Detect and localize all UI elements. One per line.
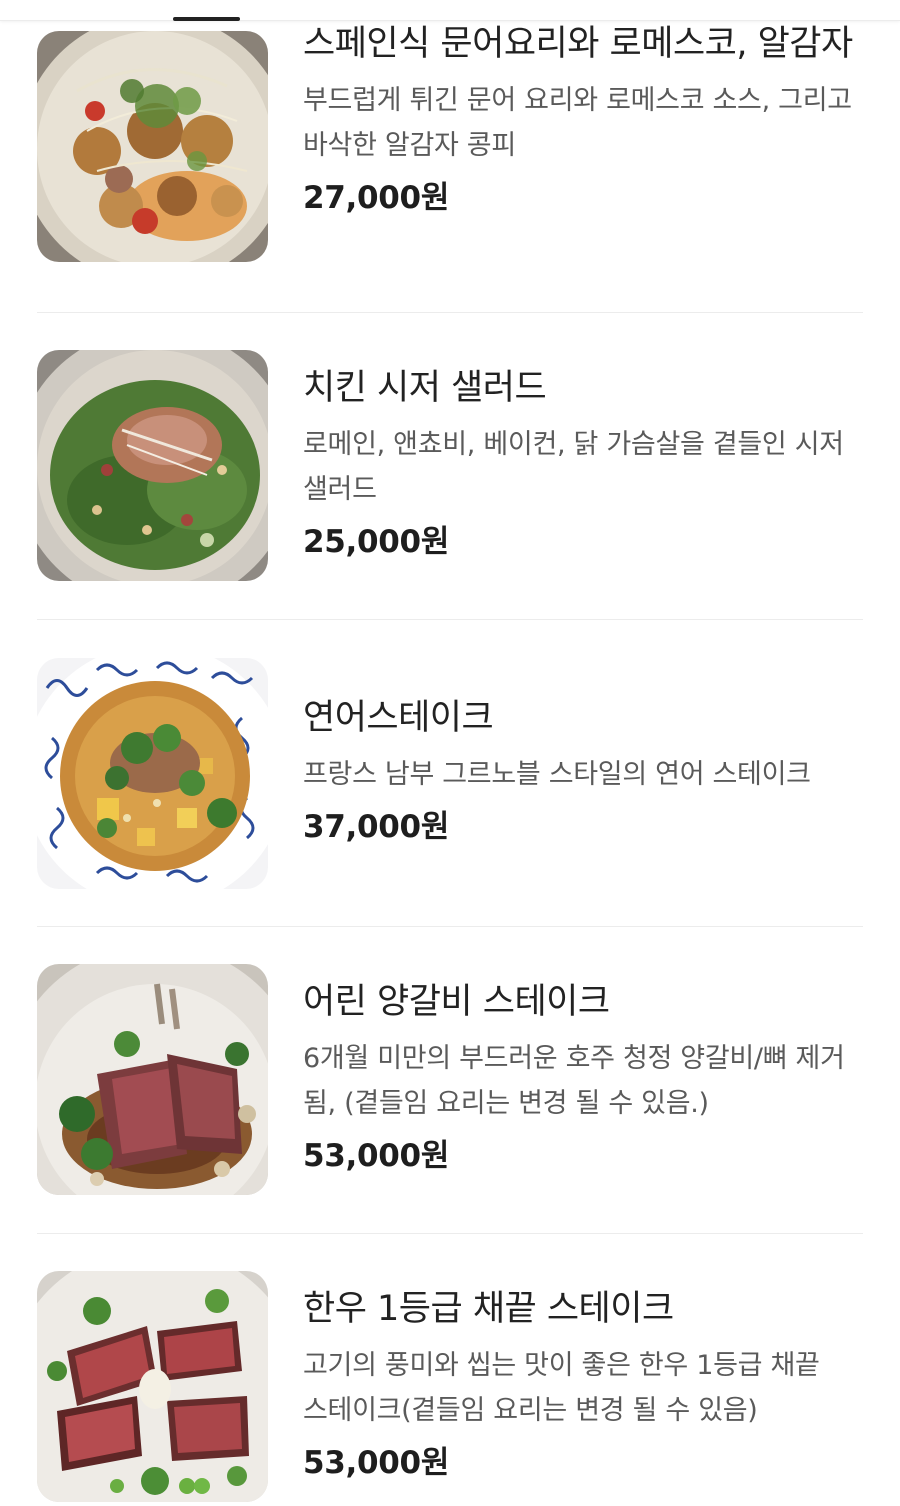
menu-item[interactable]: 스페인식 문어요리와 로메스코, 알감자 부드럽게 튀긴 문어 요리와 로메스코… bbox=[37, 24, 863, 281]
menu-item-name: 연어스테이크 bbox=[303, 698, 494, 738]
menu-item-description: 프랑스 남부 그르노블 스타일의 연어 스테이크 bbox=[303, 759, 811, 790]
menu-item-description: 6개월 미만의 부드러운 호주 청정 양갈비/뼈 제거 됨, (곁들임 요리는 … bbox=[303, 1043, 845, 1119]
menu-item-text: 한우 1등급 채끝 스테이크 고기의 풍미와 씹는 맛이 좋은 한우 1등급 채… bbox=[303, 1284, 865, 1483]
divider bbox=[37, 619, 863, 620]
menu-item-description: 부드럽게 튀긴 문어 요리와 로메스코 소스, 그리고 바삭한 알감자 콩피 bbox=[303, 85, 852, 161]
menu-item-text: 연어스테이크 프랑스 남부 그르노블 스타일의 연어 스테이크 37,000원 bbox=[303, 693, 865, 847]
menu-item[interactable]: 어린 양갈비 스테이크 6개월 미만의 부드러운 호주 청정 양갈비/뼈 제거 … bbox=[37, 964, 863, 1196]
caesar-salad-photo[interactable] bbox=[37, 350, 268, 581]
menu-item-name: 한우 1등급 채끝 스테이크 bbox=[303, 1289, 674, 1329]
hanwoo-steak-photo[interactable] bbox=[37, 1271, 268, 1502]
active-tab-indicator bbox=[173, 17, 240, 21]
menu-item-text: 스페인식 문어요리와 로메스코, 알감자 부드럽게 튀긴 문어 요리와 로메스코… bbox=[303, 19, 865, 218]
menu-item-price: 27,000원 bbox=[303, 180, 450, 216]
divider bbox=[37, 1233, 863, 1234]
menu-item[interactable]: 연어스테이크 프랑스 남부 그르노블 스타일의 연어 스테이크 37,000원 bbox=[37, 658, 863, 890]
menu-list: 스페인식 문어요리와 로메스코, 알감자 부드럽게 튀긴 문어 요리와 로메스코… bbox=[0, 0, 900, 1506]
menu-item-price: 37,000원 bbox=[303, 809, 450, 845]
octopus-dish-photo[interactable] bbox=[37, 31, 268, 262]
menu-item[interactable]: 한우 1등급 채끝 스테이크 고기의 풍미와 씹는 맛이 좋은 한우 1등급 채… bbox=[37, 1271, 863, 1503]
menu-item-description: 로메인, 앤쵸비, 베이컨, 닭 가슴살을 곁들인 시저 샐러드 bbox=[303, 429, 844, 505]
menu-item[interactable]: 치킨 시저 샐러드 로메인, 앤쵸비, 베이컨, 닭 가슴살을 곁들인 시저 샐… bbox=[37, 350, 863, 582]
menu-item-name: 어린 양갈비 스테이크 bbox=[303, 982, 610, 1022]
menu-item-price: 25,000원 bbox=[303, 524, 450, 560]
divider bbox=[37, 926, 863, 927]
menu-item-price: 53,000원 bbox=[303, 1138, 450, 1174]
lamb-rack-photo[interactable] bbox=[37, 964, 268, 1195]
divider bbox=[37, 312, 863, 313]
menu-item-text: 어린 양갈비 스테이크 6개월 미만의 부드러운 호주 청정 양갈비/뼈 제거 … bbox=[303, 977, 865, 1176]
menu-item-description: 고기의 풍미와 씹는 맛이 좋은 한우 1등급 채끝 스테이크(곁들임 요리는 … bbox=[303, 1350, 820, 1426]
menu-item-name: 치킨 시저 샐러드 bbox=[303, 368, 547, 408]
salmon-steak-photo[interactable] bbox=[37, 658, 268, 889]
menu-item-name: 스페인식 문어요리와 로메스코, 알감자 bbox=[303, 24, 853, 64]
menu-item-price: 53,000원 bbox=[303, 1445, 450, 1481]
top-tab-bar bbox=[0, 0, 900, 21]
menu-item-text: 치킨 시저 샐러드 로메인, 앤쵸비, 베이컨, 닭 가슴살을 곁들인 시저 샐… bbox=[303, 363, 865, 562]
